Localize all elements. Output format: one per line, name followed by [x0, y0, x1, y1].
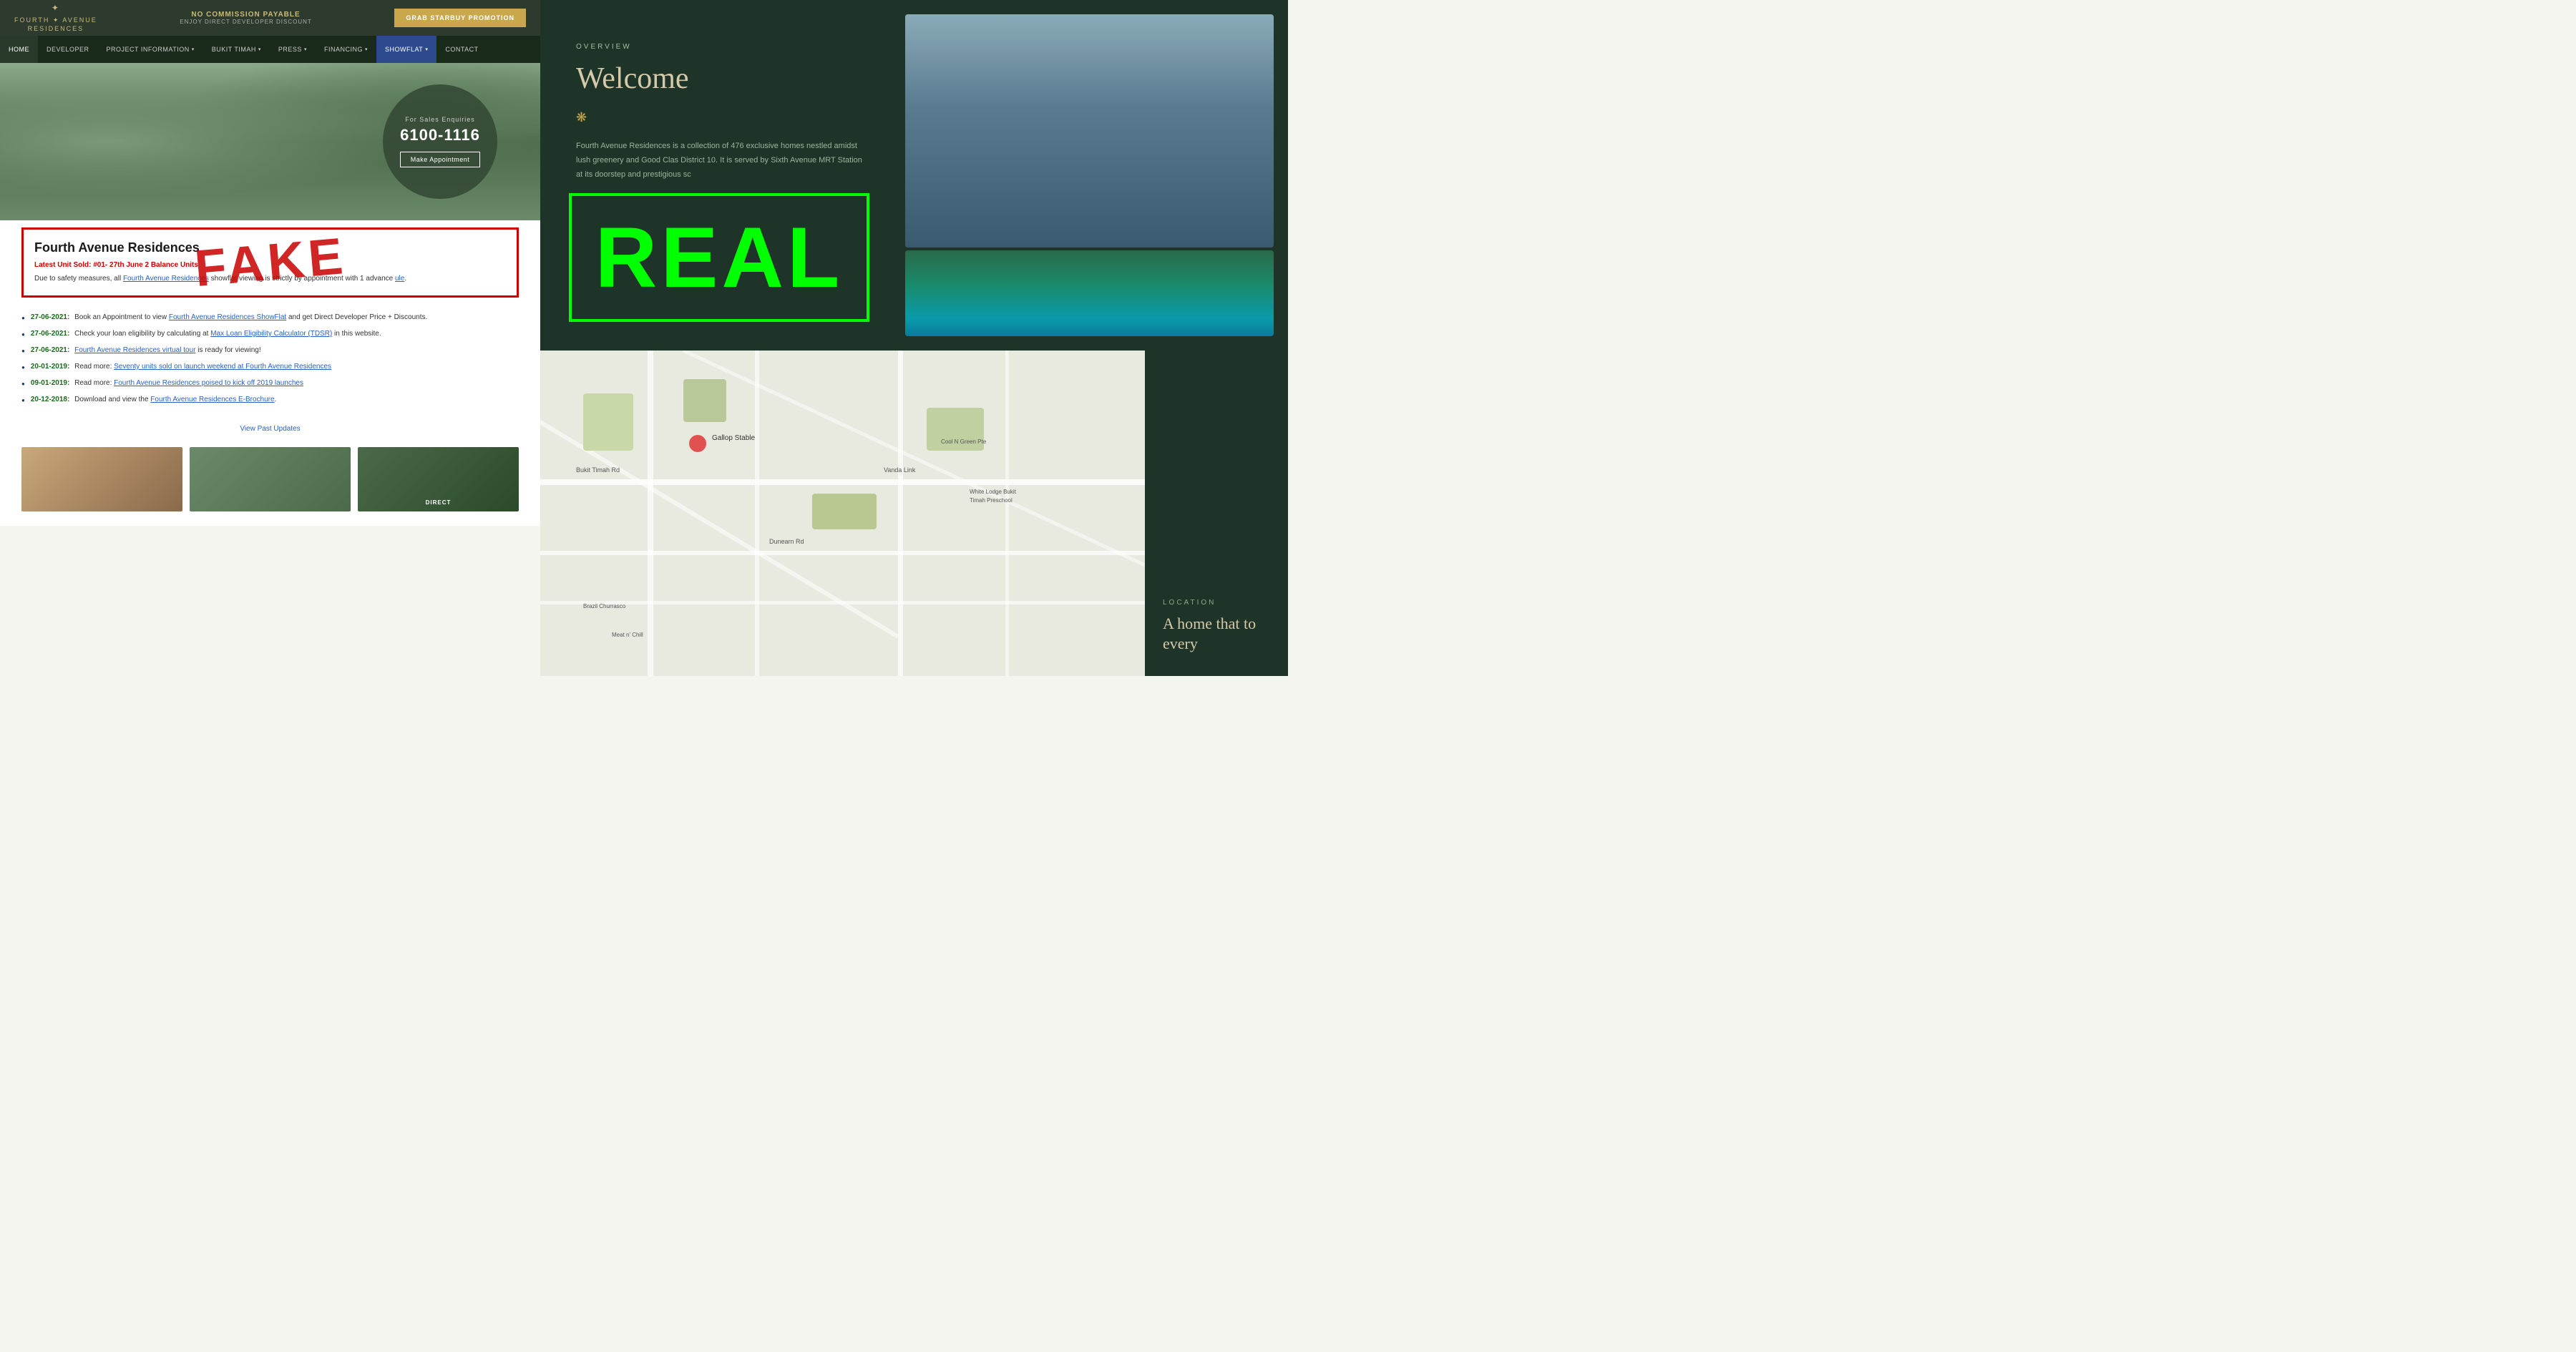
- update-date: 09-01-2019:: [31, 379, 69, 387]
- left-panel: ✦ FOURTH ✦ AVENUE RESIDENCES NO COMMISSI…: [0, 0, 540, 526]
- make-appointment-button[interactable]: Make Appointment: [400, 152, 481, 167]
- svg-text:Cool N Green Pte: Cool N Green Pte: [941, 439, 987, 445]
- pool-image: [905, 250, 1274, 336]
- overview-section: OVERVIEW Welcome ❋ Fourth Avenue Residen…: [540, 0, 1288, 351]
- overview-label: OVERVIEW: [576, 43, 862, 51]
- list-item: ● 27-06-2021: Book an Appointment to vie…: [21, 312, 519, 323]
- location-title: A home that to every: [1163, 614, 1270, 655]
- tdsr-link[interactable]: Max Loan Eligibility Calculator (TDSR): [210, 330, 332, 338]
- map-area: Gallop Stable Bukit Timah Rd Dunearn Rd …: [540, 351, 1145, 676]
- update-date: 27-06-2021:: [31, 313, 69, 321]
- bullet-icon: ●: [21, 314, 25, 323]
- svg-text:Timah Preschool: Timah Preschool: [970, 497, 1013, 504]
- chevron-down-icon: ▾: [304, 46, 307, 52]
- nav-press[interactable]: PRESS ▾: [270, 36, 316, 63]
- map-svg: Gallop Stable Bukit Timah Rd Dunearn Rd …: [540, 351, 1145, 676]
- real-watermark-box: REAL: [569, 193, 869, 322]
- nav-contact[interactable]: CONTACT: [436, 36, 487, 63]
- list-item: ● 27-06-2021: Fourth Avenue Residences v…: [21, 345, 519, 356]
- svg-text:Gallop Stable: Gallop Stable: [712, 434, 755, 442]
- bullet-icon: ●: [21, 347, 25, 356]
- nav-developer[interactable]: DEVELOPER: [38, 36, 98, 63]
- list-item: ● 27-06-2021: Check your loan eligibilit…: [21, 328, 519, 339]
- thumbnail-1: [21, 447, 182, 511]
- right-panel: OVERVIEW Welcome ❋ Fourth Avenue Residen…: [540, 0, 1288, 676]
- hero-section: For Sales Enquiries 6100-1116 Make Appoi…: [0, 63, 540, 220]
- building-image: [905, 14, 1274, 248]
- update-date: 27-06-2021:: [31, 330, 69, 338]
- map-location-section: Gallop Stable Bukit Timah Rd Dunearn Rd …: [540, 351, 1288, 676]
- nav-financing[interactable]: FINANCING ▾: [316, 36, 376, 63]
- chevron-down-icon: ▾: [192, 46, 195, 52]
- ebrochure-link[interactable]: Fourth Avenue Residences E-Brochure: [150, 396, 274, 403]
- nav-home[interactable]: HOME: [0, 36, 38, 63]
- svg-text:Brazil Churrasco: Brazil Churrasco: [583, 603, 626, 609]
- svg-text:White Lodge Bukit: White Lodge Bukit: [970, 489, 1017, 495]
- phone-number: 6100-1116: [400, 126, 480, 144]
- nav-project-info[interactable]: PROJECT INFORMATION ▾: [98, 36, 203, 63]
- update-date: 27-06-2021:: [31, 346, 69, 354]
- top-banner: ✦ FOURTH ✦ AVENUE RESIDENCES NO COMMISSI…: [0, 0, 540, 36]
- fake-box: FAKE Fourth Avenue Residences Latest Uni…: [21, 227, 519, 298]
- svg-text:Meat n' Chill: Meat n' Chill: [612, 632, 643, 638]
- real-watermark: REAL: [595, 208, 844, 307]
- updates-section: ● 27-06-2021: Book an Appointment to vie…: [0, 305, 540, 418]
- ornament-icon: ❋: [576, 110, 862, 125]
- promo-title: NO COMMISSION PAYABLE: [180, 11, 312, 19]
- map-background: Gallop Stable Bukit Timah Rd Dunearn Rd …: [540, 351, 1145, 676]
- chevron-down-icon: ▾: [425, 46, 428, 52]
- enquiry-label: For Sales Enquiries: [405, 116, 475, 123]
- logo-line1: FOURTH ✦ AVENUE: [14, 16, 97, 25]
- fourth-avenue-link[interactable]: Fourth Avenue Residences: [123, 275, 209, 283]
- kick-off-link[interactable]: Fourth Avenue Residences poised to kick …: [114, 379, 303, 387]
- bullet-icon: ●: [21, 363, 25, 372]
- promo-sub: ENJOY DIRECT DEVELOPER DISCOUNT: [180, 19, 312, 25]
- safety-text: Due to safety measures, all Fourth Avenu…: [34, 273, 506, 285]
- bullet-icon: ●: [21, 330, 25, 339]
- thumbnail-row: DIRECT: [0, 440, 540, 526]
- thumbnail-3: DIRECT: [358, 447, 519, 511]
- welcome-title: Welcome: [576, 62, 862, 96]
- update-date: 20-12-2018:: [31, 396, 69, 403]
- location-label: LOCATION: [1163, 599, 1270, 607]
- svg-text:Vanda Link: Vanda Link: [884, 466, 916, 474]
- showflat-link[interactable]: Fourth Avenue Residences ShowFlat: [169, 313, 286, 321]
- location-panel: LOCATION A home that to every: [1145, 351, 1288, 676]
- grab-starbuy-button[interactable]: GRAB STARBUY PROMOTION: [394, 9, 526, 27]
- update-date: 20-01-2019:: [31, 363, 69, 371]
- direct-label: DIRECT: [426, 499, 452, 506]
- fake-section: FAKE Fourth Avenue Residences Latest Uni…: [0, 220, 540, 305]
- building-images: [898, 0, 1288, 351]
- enquiry-circle: For Sales Enquiries 6100-1116 Make Appoi…: [383, 84, 497, 199]
- fake-title: Fourth Avenue Residences: [34, 240, 506, 255]
- thumbnail-2: [190, 447, 351, 511]
- logo: ✦ FOURTH ✦ AVENUE RESIDENCES: [14, 2, 97, 34]
- virtual-tour-link[interactable]: Fourth Avenue Residences virtual tour: [74, 346, 195, 354]
- promo-center: NO COMMISSION PAYABLE ENJOY DIRECT DEVEL…: [180, 11, 312, 25]
- view-past-updates[interactable]: View Past Updates: [0, 418, 540, 440]
- seventy-units-link[interactable]: Seventy units sold on launch weekend at …: [114, 363, 331, 371]
- svg-text:Bukit Timah Rd: Bukit Timah Rd: [576, 466, 620, 474]
- chevron-down-icon: ▾: [258, 46, 261, 52]
- overview-text: OVERVIEW Welcome ❋ Fourth Avenue Residen…: [540, 0, 898, 351]
- nav-showflat[interactable]: SHOWFLAT ▾: [376, 36, 436, 63]
- svg-text:Dunearn Rd: Dunearn Rd: [769, 538, 804, 545]
- bullet-icon: ●: [21, 396, 25, 405]
- list-item: ● 20-12-2018: Download and view the Four…: [21, 394, 519, 405]
- chevron-down-icon: ▾: [365, 46, 368, 52]
- advance-link[interactable]: ule: [395, 275, 404, 283]
- logo-line2: RESIDENCES: [28, 24, 84, 34]
- bullet-icon: ●: [21, 380, 25, 388]
- logo-icon: ✦: [52, 2, 60, 14]
- navigation: HOME DEVELOPER PROJECT INFORMATION ▾ BUK…: [0, 36, 540, 63]
- welcome-description: Fourth Avenue Residences is a collection…: [576, 139, 862, 182]
- list-item: ● 09-01-2019: Read more: Fourth Avenue R…: [21, 378, 519, 388]
- list-item: ● 20-01-2019: Read more: Seventy units s…: [21, 361, 519, 372]
- nav-bukit-timah[interactable]: BUKIT TIMAH ▾: [203, 36, 270, 63]
- latest-unit: Latest Unit Sold: #01- 27th June 2 Balan…: [34, 261, 506, 269]
